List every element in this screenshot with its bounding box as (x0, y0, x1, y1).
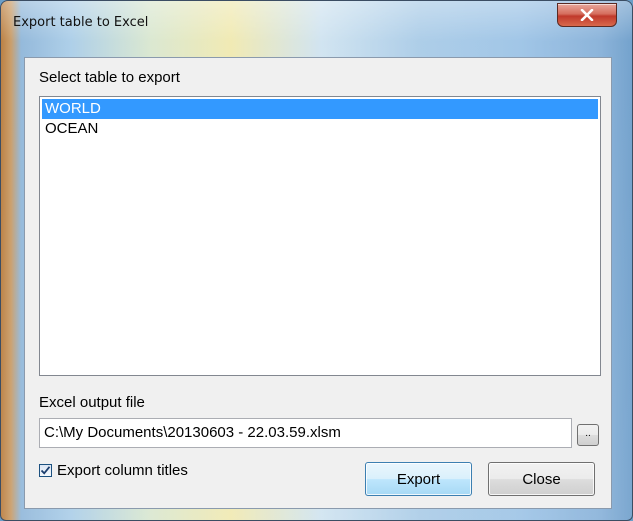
dialog-client-area: Select table to export WORLD OCEAN Excel… (24, 57, 612, 509)
output-file-label: Excel output file (39, 394, 145, 411)
browse-button[interactable]: .. (577, 424, 599, 446)
export-column-titles-checkbox[interactable] (39, 463, 52, 477)
export-column-titles-label: Export column titles (57, 461, 188, 479)
output-file-input[interactable]: C:\My Documents\20130603 - 22.03.59.xlsm (39, 418, 572, 448)
title-bar[interactable]: Export table to Excel (1, 1, 632, 45)
close-icon (580, 9, 594, 21)
list-item-world[interactable]: WORLD (42, 99, 598, 119)
window-title: Export table to Excel (13, 15, 149, 30)
export-column-titles-option[interactable]: Export column titles (39, 460, 188, 480)
checkmark-icon (40, 465, 51, 475)
list-item-ocean[interactable]: OCEAN (42, 119, 598, 139)
select-table-label: Select table to export (39, 69, 180, 86)
dialog-window: Export table to Excel Select table to ex… (0, 0, 633, 521)
table-listbox[interactable]: WORLD OCEAN (39, 96, 601, 376)
window-close-button[interactable] (557, 3, 617, 27)
close-button[interactable]: Close (488, 462, 595, 496)
export-button[interactable]: Export (365, 462, 472, 496)
